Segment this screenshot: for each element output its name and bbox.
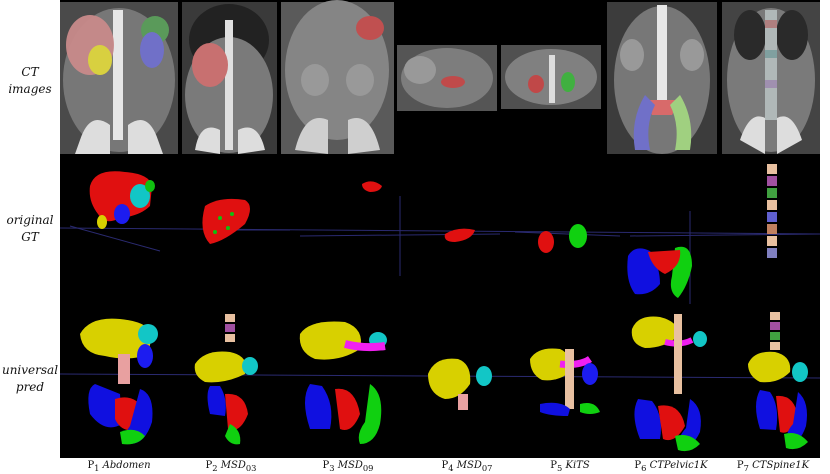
pred-p5	[530, 348, 600, 416]
gt-row-svg	[60, 164, 820, 304]
ct-row-svg	[60, 0, 820, 154]
col-label-p6: P6 CTPelvic1K	[634, 460, 708, 473]
row-label-original-gt: original GT	[6, 213, 54, 244]
ct-image-p2	[182, 2, 277, 154]
pred-p4	[428, 358, 492, 410]
gt-p5	[538, 224, 587, 253]
gt-row	[60, 156, 820, 304]
ct-image-p3	[281, 0, 394, 154]
col-label-p5: P5 KiTS	[550, 460, 590, 473]
ct-image-p1	[60, 2, 178, 154]
pred-p2	[194, 314, 258, 445]
row-label-universal-pred: universal pred	[1, 363, 59, 394]
gt-p3	[362, 181, 382, 192]
pred-p3	[299, 321, 387, 444]
col-label-p7: P7 CTSpine1K	[736, 460, 810, 473]
pred-p7	[748, 312, 808, 450]
ct-image-p6	[607, 2, 717, 154]
pred-row-svg	[60, 312, 820, 452]
ct-image-p4	[397, 45, 497, 111]
row-label-ct-images: CT images	[8, 65, 52, 96]
ct-row	[60, 0, 820, 156]
col-label-p4: P4 MSD07	[441, 460, 493, 473]
col-label-p3: P3 MSD09	[322, 460, 374, 473]
ct-image-p7	[722, 2, 820, 154]
pred-row	[60, 304, 820, 458]
col-label-p2: P2 MSD03	[205, 460, 257, 473]
col-label-p1: P1 Abdomen	[87, 460, 151, 473]
ct-image-p5	[501, 45, 601, 109]
gt-p7	[767, 164, 777, 258]
gt-axes	[60, 196, 820, 304]
pred-p1	[80, 318, 158, 445]
gt-p6	[627, 246, 692, 298]
gt-p2	[202, 198, 250, 244]
pred-p6	[631, 314, 707, 452]
gt-p1	[89, 171, 155, 229]
